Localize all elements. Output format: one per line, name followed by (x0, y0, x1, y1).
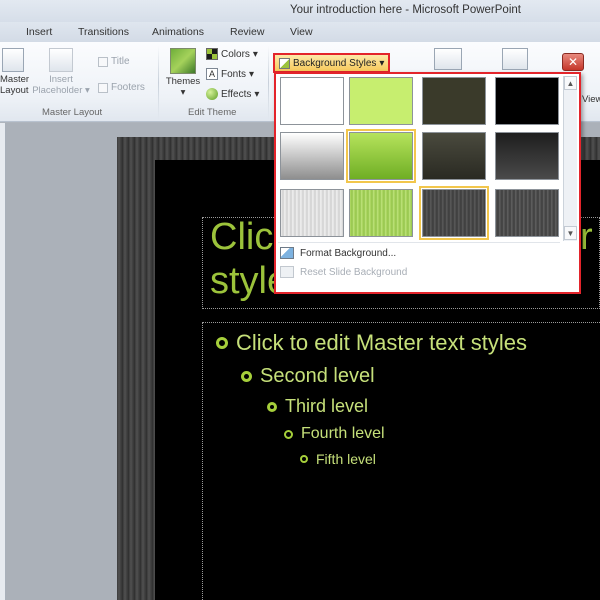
text-level-1-label: Click to edit Master text styles (236, 330, 527, 355)
style-swatch-12[interactable] (495, 189, 559, 237)
bullet-icon (241, 371, 252, 382)
tab-transitions[interactable]: Transitions (78, 26, 129, 38)
style-swatch-11[interactable] (419, 186, 489, 240)
style-swatch-8[interactable] (495, 132, 559, 180)
close-master-view-label: View (582, 94, 600, 105)
title-bar: Your introduction here - Microsoft Power… (0, 0, 600, 22)
style-swatch-9[interactable] (280, 189, 344, 237)
master-label: Master (0, 74, 30, 85)
tab-insert[interactable]: Insert (26, 26, 52, 38)
style-swatch-4[interactable] (495, 77, 559, 125)
title-checkbox-label: Title (111, 56, 130, 67)
reset-slide-background-menu-item[interactable]: Reset Slide Background (280, 263, 407, 281)
slide-size-icon[interactable] (434, 48, 462, 70)
insert-placeholder-button[interactable]: Insert Placeholder ▾ (30, 48, 92, 96)
group-separator (268, 46, 269, 120)
bullet-icon (216, 337, 228, 349)
colors-label: Colors (221, 48, 250, 60)
effects-button[interactable]: Effects ▾ (206, 88, 259, 100)
layout-label: Layout (0, 85, 29, 96)
insert-label: Insert (49, 74, 73, 85)
themes-label: Themes (165, 76, 201, 87)
close-icon: ✕ (567, 55, 579, 69)
background-styles-icon (279, 57, 290, 69)
tab-review[interactable]: Review (230, 26, 264, 38)
bullet-icon (284, 429, 293, 439)
slide-layout-icon (2, 48, 24, 72)
text-level-5-label: Fifth level (316, 451, 376, 467)
colors-icon (206, 48, 218, 60)
orientation-icon[interactable] (502, 48, 528, 70)
title-placeholder-text-fragment: r (580, 216, 593, 258)
text-level-3-label: Third level (285, 396, 369, 416)
style-swatch-1[interactable] (280, 77, 344, 125)
reset-background-icon (280, 266, 294, 278)
tab-view[interactable]: View (290, 26, 313, 38)
text-level-2: Second level (241, 365, 375, 388)
tab-animations[interactable]: Animations (152, 26, 204, 38)
style-swatch-3[interactable] (422, 77, 486, 125)
footers-checkbox[interactable]: Footers (98, 82, 145, 93)
placeholder-label: Placeholder (32, 85, 83, 96)
group-label-master-layout: Master Layout (42, 107, 103, 118)
colors-button[interactable]: Colors ▾ (206, 48, 258, 60)
ribbon-tab-row: Insert Transitions Animations Review Vie… (0, 22, 600, 42)
fonts-label: Fonts (221, 68, 247, 80)
master-layout-button[interactable]: Master Layout (0, 48, 30, 96)
footers-checkbox-label: Footers (111, 82, 145, 93)
text-level-3: Third level (267, 396, 368, 417)
themes-button[interactable]: Themes ▾ (164, 48, 202, 98)
effects-icon (206, 88, 218, 100)
style-swatch-7[interactable] (422, 132, 486, 180)
fonts-button[interactable]: A Fonts ▾ (206, 68, 254, 80)
group-label-edit-theme: Edit Theme (188, 107, 237, 118)
body-placeholder[interactable] (202, 322, 600, 600)
effects-label: Effects (221, 88, 252, 100)
text-level-1: Click to edit Master text styles (216, 330, 527, 356)
text-level-5: Fifth level (300, 451, 376, 467)
reset-slide-background-label: Reset Slide Background (300, 266, 408, 278)
format-background-menu-item[interactable]: Format Background... (280, 244, 396, 262)
background-styles-button[interactable]: Background Styles ▾ (273, 53, 390, 73)
style-swatch-10[interactable] (349, 189, 413, 237)
scroll-up-icon[interactable]: ▲ (564, 76, 577, 90)
checkbox-icon (98, 56, 108, 67)
menu-divider (278, 242, 560, 243)
checkbox-icon (98, 82, 108, 93)
fonts-icon: A (206, 68, 218, 80)
thumbnail-panel-edge[interactable] (0, 123, 6, 600)
window-title: Your introduction here - Microsoft Power… (290, 4, 521, 16)
bullet-icon (267, 401, 277, 412)
format-background-label: Format Background... (300, 247, 397, 259)
format-background-icon (280, 247, 294, 259)
close-master-view-button[interactable]: ✕ (562, 53, 584, 71)
style-swatch-2[interactable] (349, 77, 413, 125)
group-separator (158, 46, 159, 120)
style-swatch-5[interactable] (280, 132, 344, 180)
title-checkbox[interactable]: Title (98, 56, 130, 67)
scroll-down-icon[interactable]: ▼ (564, 226, 577, 240)
themes-icon (170, 48, 196, 74)
placeholder-icon (49, 48, 73, 72)
gallery-scrollbar[interactable]: ▲ ▼ (563, 76, 577, 241)
style-swatch-6[interactable] (346, 129, 416, 183)
text-level-4: Fourth level (284, 425, 385, 443)
text-level-2-label: Second level (260, 365, 375, 387)
bullet-icon (300, 455, 308, 463)
text-level-4-label: Fourth level (301, 425, 385, 442)
background-styles-label: Background Styles (293, 57, 377, 69)
chevron-down-icon: ▾ (379, 57, 385, 69)
